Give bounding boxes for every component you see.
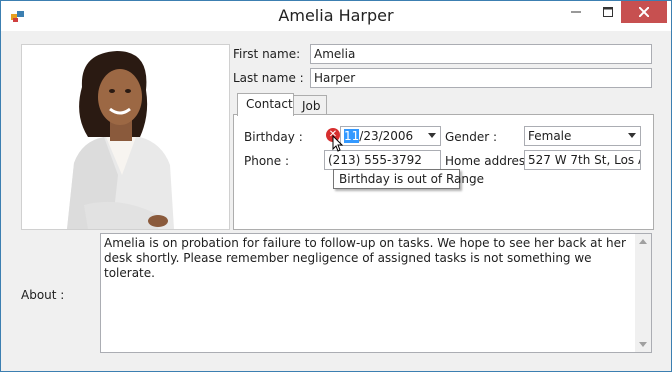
tab-contact[interactable]: Contact [237,93,294,116]
chevron-down-icon[interactable] [628,133,636,138]
app-window: Amelia Harper First name: Amelia Last na… [0,0,672,372]
birthday-value-rest: /23/2006 [359,129,414,143]
employee-photo [21,44,230,230]
about-scrollbar[interactable] [635,234,651,352]
about-field[interactable]: Amelia is on probation for failure to fo… [100,233,652,353]
minimize-icon [571,11,581,13]
last-name-field[interactable]: Harper [310,68,652,88]
home-address-field[interactable]: 527 W 7th St, Los Ange [524,150,641,170]
phone-label: Phone : [244,154,290,168]
minimize-button[interactable] [561,1,591,23]
error-tooltip: Birthday is out of Range [333,169,484,189]
birthday-selected-segment: 11 [344,129,360,143]
last-name-label: Last name : [233,71,304,85]
close-icon [639,7,649,17]
birthday-date-picker[interactable]: 11/23/2006 [340,126,441,146]
gender-label: Gender : [445,130,498,144]
maximize-icon [603,7,613,17]
first-name-field[interactable]: Amelia [310,44,652,64]
gender-select[interactable]: Female [524,126,641,146]
title-bar[interactable]: Amelia Harper [1,1,671,31]
gender-value: Female [528,129,572,143]
form-body: First name: Amelia Last name : Harper Co… [1,31,671,371]
about-label: About : [21,288,65,302]
chevron-down-icon[interactable] [428,133,436,138]
first-name-label: First name: [233,47,301,61]
birthday-label: Birthday : [244,130,303,144]
scroll-down-icon[interactable] [639,342,647,347]
phone-field[interactable]: (213) 555-3792 [324,150,441,170]
about-text: Amelia is on probation for failure to fo… [104,236,626,280]
maximize-button[interactable] [593,1,623,23]
scroll-up-icon[interactable] [639,239,647,244]
close-button[interactable] [621,1,667,23]
mouse-cursor-icon [332,135,344,152]
